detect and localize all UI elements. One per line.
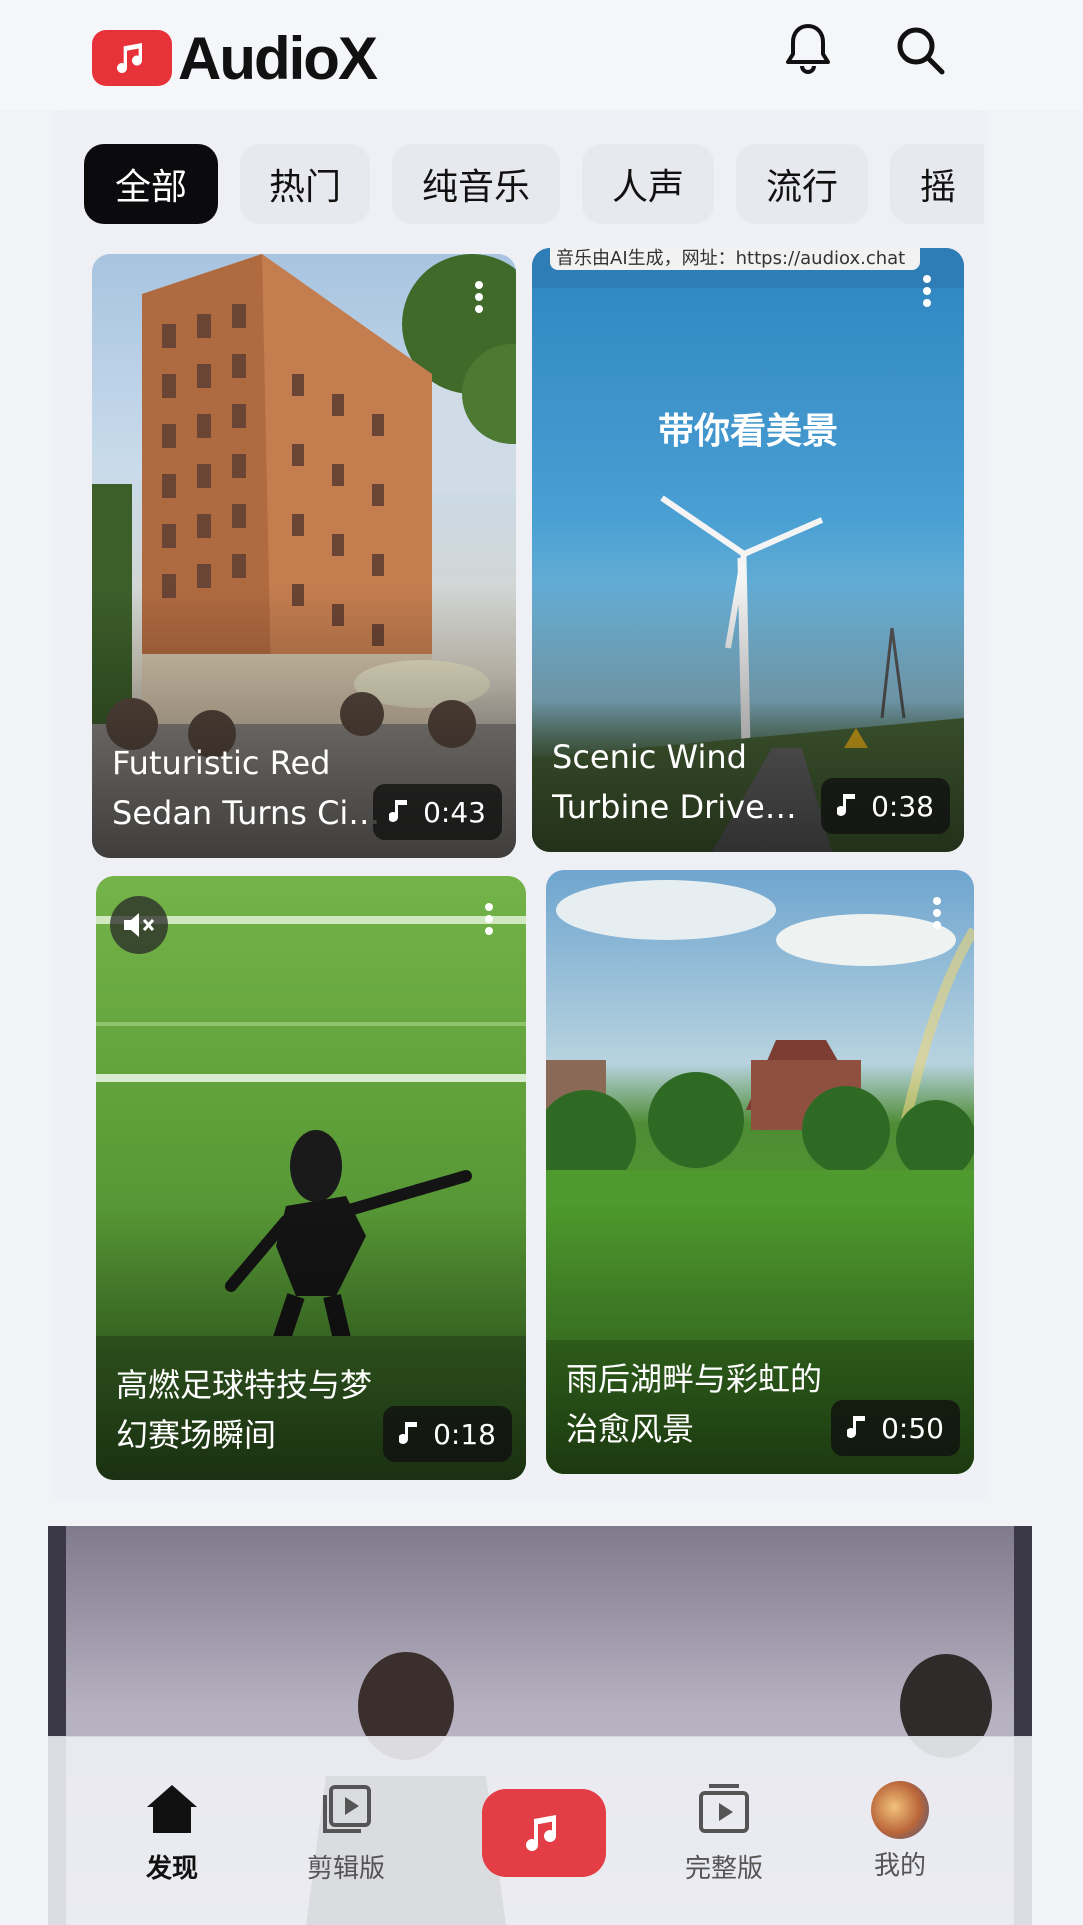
duration-text: 0:38	[871, 789, 934, 823]
app-name: AudioX	[178, 25, 378, 92]
nav-profile[interactable]: 我的	[830, 1781, 970, 1882]
nav-label: 发现	[145, 1854, 198, 1884]
video-card[interactable]: 音乐由AI生成，网址：https://audiox.chat 带你看美景 Sce…	[532, 248, 964, 852]
music-note-icon	[399, 1422, 418, 1444]
card-title: 雨后湖畔与彩虹的治愈风景	[566, 1360, 823, 1448]
duration-text: 0:43	[423, 795, 486, 829]
app-header: AudioX	[0, 0, 1083, 110]
video-card[interactable]: 高燃足球特技与梦幻赛场瞬间 0:18	[96, 876, 526, 1480]
nav-label: 完整版	[684, 1854, 763, 1884]
mute-button[interactable]	[110, 896, 168, 954]
duration-badge: 0:18	[383, 1406, 512, 1462]
duration-badge: 0:50	[831, 1400, 960, 1456]
bottom-nav: 发现 剪辑版 完整版 我的	[48, 1736, 1032, 1925]
duration-badge: 0:43	[373, 784, 502, 840]
watermark-text: 音乐由AI生成，网址：https://audiox.chat	[550, 248, 920, 270]
home-icon	[147, 1785, 197, 1833]
nav-label: 剪辑版	[306, 1854, 385, 1884]
nav-label: 我的	[873, 1851, 926, 1881]
tab-pop[interactable]: 流行	[736, 144, 868, 224]
create-music-button[interactable]	[482, 1789, 606, 1877]
card-title: Scenic Wind Turbine Drive T…	[552, 738, 765, 826]
more-options-icon[interactable]	[922, 274, 932, 308]
tab-rock[interactable]: 摇	[890, 144, 984, 224]
card-title: 高燃足球特技与梦幻赛场瞬间	[116, 1366, 373, 1454]
avatar	[871, 1781, 929, 1839]
music-note-icon	[847, 1416, 866, 1438]
speaker-muted-icon	[124, 913, 155, 937]
music-note-icon	[389, 800, 408, 822]
category-tabs: 全部 热门 纯音乐 人声 流行摇	[84, 144, 984, 228]
nav-full-version[interactable]: 完整版	[654, 1781, 794, 1885]
more-options-icon[interactable]	[484, 902, 494, 936]
video-card[interactable]: Futuristic Red Sedan Turns Ci… 0:43	[92, 254, 516, 858]
duration-badge: 0:38	[821, 778, 950, 834]
music-note-icon	[526, 1815, 556, 1851]
full-video-icon	[699, 1784, 749, 1833]
more-options-icon[interactable]	[932, 896, 942, 930]
nav-discover[interactable]: 发现	[102, 1781, 242, 1885]
duration-text: 0:50	[881, 1411, 944, 1445]
music-note-icon	[837, 794, 856, 816]
app-logo-icon	[92, 30, 172, 86]
more-options-icon[interactable]	[474, 280, 484, 314]
duration-text: 0:18	[433, 1417, 496, 1451]
nav-clips[interactable]: 剪辑版	[276, 1781, 416, 1885]
tab-instrumental[interactable]: 纯音乐	[392, 144, 560, 224]
bell-icon[interactable]	[776, 18, 840, 82]
card-title: Futuristic Red Sedan Turns Ci…	[112, 744, 381, 832]
tab-vocal[interactable]: 人声	[582, 144, 714, 224]
tab-all[interactable]: 全部	[84, 144, 218, 224]
overlay-caption: 带你看美景	[657, 411, 838, 452]
video-card[interactable]: 雨后湖畔与彩虹的治愈风景 0:50	[546, 870, 974, 1474]
clip-library-icon	[323, 1785, 371, 1833]
tab-hot[interactable]: 热门	[240, 144, 370, 224]
search-icon[interactable]	[888, 18, 952, 82]
